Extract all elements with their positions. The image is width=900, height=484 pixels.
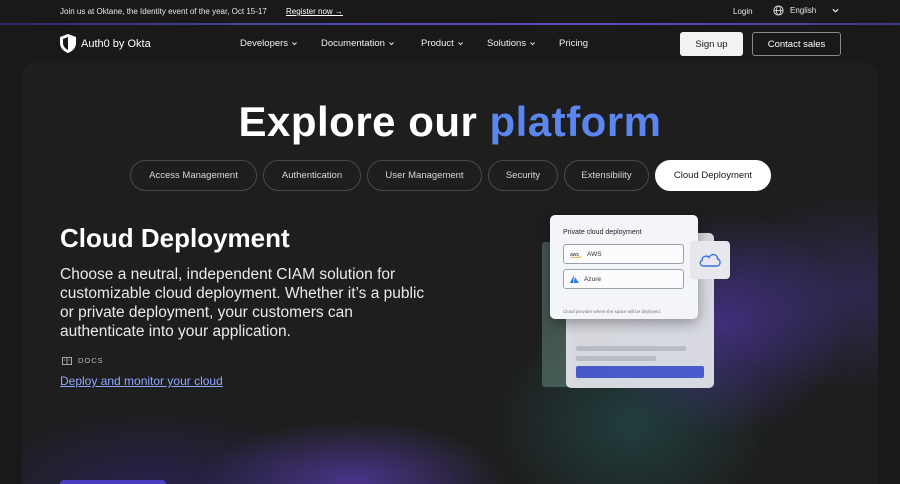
section-description: Choose a neutral, independent CIAM solut…	[60, 266, 425, 340]
section-title: Cloud Deployment	[60, 223, 290, 253]
page-title: Explore our platform	[22, 98, 878, 146]
nav-label: Product	[421, 38, 454, 49]
book-icon	[62, 356, 72, 365]
option-aws: aws AWS	[563, 244, 684, 264]
title-part-2: platform	[489, 98, 662, 145]
form-line	[576, 356, 656, 361]
announcement-message: Join us at Oktane, the Identity event of…	[60, 7, 267, 16]
language-label: English	[790, 6, 817, 15]
globe-icon	[773, 5, 784, 16]
chevron-down-icon	[388, 42, 394, 46]
login-link[interactable]: Login	[733, 7, 753, 16]
chevron-down-icon	[530, 42, 536, 46]
azure-icon	[570, 275, 579, 283]
tab-security[interactable]: Security	[488, 160, 558, 191]
illustration-cloud-card	[690, 241, 730, 279]
option-azure: Azure	[563, 269, 684, 289]
docs-link[interactable]: Deploy and monitor your cloud	[60, 374, 223, 388]
nav-label: Pricing	[559, 38, 589, 49]
nav-item-solutions[interactable]: Solutions	[487, 38, 536, 49]
cloud-icon	[699, 253, 721, 267]
nav-label: Solutions	[487, 38, 527, 49]
nav-item-documentation[interactable]: Documentation	[321, 38, 395, 49]
chevron-down-icon	[457, 42, 463, 46]
nav-label: Documentation	[321, 38, 385, 49]
language-selector[interactable]: English	[773, 5, 816, 16]
shield-logo-icon	[60, 34, 76, 53]
signup-button[interactable]: Sign up	[680, 32, 743, 56]
announcement-bar: Join us at Oktane, the Identity event of…	[0, 0, 900, 24]
aws-icon: aws	[570, 252, 582, 258]
platform-panel: Explore our platform Access Management A…	[22, 63, 878, 484]
chevron-down-icon[interactable]	[831, 6, 840, 15]
title-part-1: Explore our	[238, 98, 478, 145]
nav-item-product[interactable]: Product	[421, 38, 464, 49]
bottom-card-edge	[60, 480, 166, 484]
nav-item-developers[interactable]: Developers	[240, 38, 298, 49]
form-line	[576, 346, 686, 351]
illustration-create-button	[576, 366, 704, 378]
illustration-title: Private cloud deployment	[563, 229, 642, 236]
nav-label: Developers	[240, 38, 289, 49]
tab-access-management[interactable]: Access Management	[130, 160, 257, 191]
nav-item-pricing[interactable]: Pricing	[559, 38, 588, 49]
contact-sales-button[interactable]: Contact sales	[752, 32, 841, 56]
docs-label: DOCS	[78, 356, 104, 365]
tab-user-management[interactable]: User Management	[367, 160, 482, 191]
chevron-down-icon	[292, 42, 298, 46]
register-link[interactable]: Register now →	[286, 7, 343, 16]
docs-label-row: DOCS	[62, 356, 104, 365]
option-azure-label: Azure	[584, 275, 601, 283]
illustration-hint: Cloud provider where the space will be d…	[563, 309, 662, 314]
main-nav: Auth0 by Okta Developers Documentation P…	[0, 25, 900, 63]
logo-text: Auth0 by Okta	[81, 37, 151, 50]
logo[interactable]: Auth0 by Okta	[60, 34, 151, 53]
option-aws-label: AWS	[587, 250, 602, 258]
tab-extensibility[interactable]: Extensibility	[564, 160, 649, 191]
illustration-front-card: Private cloud deployment aws AWS Azure C…	[550, 215, 698, 319]
tab-authentication[interactable]: Authentication	[263, 160, 361, 191]
tab-cloud-deployment[interactable]: Cloud Deployment	[655, 160, 771, 191]
